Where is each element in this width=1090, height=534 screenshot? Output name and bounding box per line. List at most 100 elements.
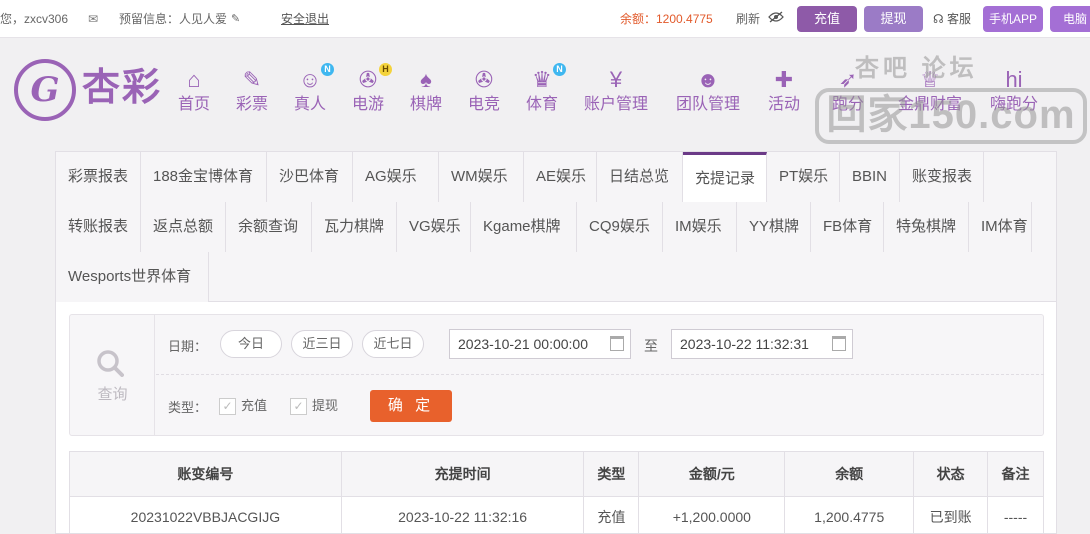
nav-item-5[interactable]: ✇ 电竞 (468, 65, 500, 115)
nav-item-1[interactable]: ✎ 彩票 (236, 65, 268, 115)
query-side: 查询 (70, 315, 155, 435)
nav-label: 账户管理 (584, 96, 649, 113)
search-icon (97, 350, 124, 377)
lottery-icon: ✎ (242, 67, 262, 92)
start-date-input[interactable]: 2023-10-21 00:00:00 (449, 329, 631, 359)
tab-10[interactable]: 账变报表 (900, 152, 984, 202)
cards-icon: ♠ (420, 67, 432, 92)
column-header: 备注 (987, 451, 1044, 497)
nav-label: 棋牌 (410, 96, 443, 113)
nav-label: 团队管理 (676, 96, 741, 113)
headset-icon: ☊ (933, 12, 944, 26)
site-logo[interactable]: G 杏彩 (14, 59, 174, 121)
table-cell: ----- (987, 496, 1044, 534)
tab-11[interactable]: 转账报表 (56, 202, 141, 252)
deposit-button[interactable]: 充值 (797, 6, 857, 32)
column-header: 余额 (784, 451, 915, 497)
team-icon: ☻ (696, 67, 720, 92)
tab-5[interactable]: AE娱乐 (524, 152, 597, 202)
nav-label: 体育 (526, 96, 559, 113)
query-label: 查询 (97, 386, 128, 403)
nav-item-6[interactable]: ♛ N 体育 (526, 63, 567, 115)
nav-item-3[interactable]: ✇ H 电游 (352, 63, 393, 115)
nav-item-7[interactable]: ¥ 账户管理 (584, 65, 648, 115)
nav-item-9[interactable]: ✚ 活动 (768, 65, 800, 115)
confirm-button[interactable]: 确 定 (370, 390, 452, 422)
nav-badge: N (321, 63, 335, 76)
tab-19[interactable]: YY棋牌 (737, 202, 811, 252)
nav-item-2[interactable]: ☺ N 真人 (294, 63, 335, 115)
calendar-icon[interactable] (832, 336, 846, 351)
tab-9[interactable]: BBIN (840, 152, 900, 202)
tab-0[interactable]: 彩票报表 (56, 152, 141, 202)
tab-1[interactable]: 188金宝博体育 (141, 152, 267, 202)
column-header: 金额/元 (638, 451, 786, 497)
reserved-info: 预留信息：人见人爱 (119, 12, 228, 26)
nav-badge: H (379, 63, 393, 76)
table-header-row: 账变编号 充提时间 类型 金额/元 余额 状态 备注 (69, 451, 1044, 497)
top-bar: 您，zxcv306 ✉ 预留信息：人见人爱 ✎ 安全退出 余额：1200.477… (0, 0, 1090, 38)
tab-15[interactable]: VG娱乐 (397, 202, 471, 252)
table-body: 20231022VBBJACGIJG 2023-10-22 11:32:16 充值 +… (69, 496, 1044, 534)
quick-7days-button[interactable]: 近七日 (362, 330, 424, 358)
type-deposit-checkbox[interactable]: ✓ 充值 (219, 395, 267, 416)
withdraw-button[interactable]: 提现 (864, 6, 923, 32)
tab-12[interactable]: 返点总额 (141, 202, 226, 252)
tab-18[interactable]: IM娱乐 (663, 202, 737, 252)
tab-8[interactable]: PT娱乐 (767, 152, 840, 202)
nav-label: 跑分 (832, 96, 865, 113)
nav-label: 金鼎财富 (898, 96, 963, 113)
mail-icon[interactable]: ✉ (88, 0, 98, 38)
eye-off-icon[interactable] (768, 0, 784, 38)
quick-today-button[interactable]: 今日 (220, 330, 282, 358)
customer-service-link[interactable]: ☊ 客服 (933, 0, 971, 38)
pc-button[interactable]: 电脑 (1050, 6, 1090, 32)
quick-3days-button[interactable]: 近三日 (291, 330, 353, 358)
date-row: 日期： 今日 近三日 近七日 2023-10-21 00:00:00 至 202… (156, 315, 1044, 375)
nav-item-10[interactable]: ➶ 跑分 (832, 65, 864, 115)
tab-16[interactable]: Kgame棋牌 (471, 202, 577, 252)
date-caption: 日期： (168, 339, 208, 354)
hi-icon: hi (1005, 67, 1023, 92)
nav-item-11[interactable]: ♕ 金鼎财富 (898, 65, 962, 115)
calendar-icon[interactable] (610, 336, 624, 351)
nav-item-12[interactable]: hi 嗨跑分 (990, 65, 1038, 115)
nav-label: 真人 (294, 96, 327, 113)
tab-22[interactable]: IM体育 (969, 202, 1032, 252)
tab-21[interactable]: 特兔棋牌 (884, 202, 969, 252)
column-header: 账变编号 (69, 451, 342, 497)
tab-14[interactable]: 瓦力棋牌 (312, 202, 397, 252)
edit-icon[interactable]: ✎ (231, 0, 240, 38)
tab-20[interactable]: FB体育 (811, 202, 884, 252)
mobile-app-button[interactable]: 手机APP (983, 6, 1043, 32)
nav-item-8[interactable]: ☻ 团队管理 (676, 65, 740, 115)
tab-3[interactable]: AG娱乐 (353, 152, 439, 202)
nav-badge: N (553, 63, 567, 76)
tab-17[interactable]: CQ9娱乐 (577, 202, 663, 252)
username: 您，zxcv306 (0, 12, 69, 26)
end-date-input[interactable]: 2023-10-22 11:32:31 (671, 329, 853, 359)
report-tabs: 彩票报表 188金宝博体育 沙巴体育 AG娱乐 WM娱乐 AE娱乐 日结总览 充提记录 PT娱乐… (56, 152, 1056, 302)
table-cell: 1,200.4775 (784, 496, 915, 534)
nav-label: 电游 (352, 96, 385, 113)
nav-label: 电竞 (468, 96, 501, 113)
nav-item-0[interactable]: ⌂ 首页 (178, 65, 210, 115)
tab-6[interactable]: 日结总览 (597, 152, 683, 202)
tab-13[interactable]: 余额查询 (226, 202, 312, 252)
type-row: 类型： ✓ 充值 ✓ 提现 确 定 (156, 376, 1044, 435)
nav-item-4[interactable]: ♠ 棋牌 (410, 65, 442, 115)
tab-2[interactable]: 沙巴体育 (267, 152, 353, 202)
tab-4[interactable]: WM娱乐 (439, 152, 524, 202)
logo-mark-icon: G (14, 59, 76, 121)
checkbox-icon: ✓ (290, 398, 307, 416)
checkbox-icon: ✓ (219, 398, 236, 416)
table-cell: 2023-10-22 11:32:16 (340, 496, 585, 534)
tab-7[interactable]: 充提记录 (683, 152, 767, 202)
tab-23[interactable]: Wesports世界体育 (56, 252, 209, 302)
refresh-link[interactable]: 刷新 (736, 0, 760, 38)
logo-text: 杏彩 (82, 67, 163, 109)
table-cell: 已到账 (913, 496, 989, 534)
logout-link[interactable]: 安全退出 (281, 0, 329, 38)
type-withdraw-checkbox[interactable]: ✓ 提现 (290, 395, 338, 416)
column-header: 类型 (583, 451, 640, 497)
